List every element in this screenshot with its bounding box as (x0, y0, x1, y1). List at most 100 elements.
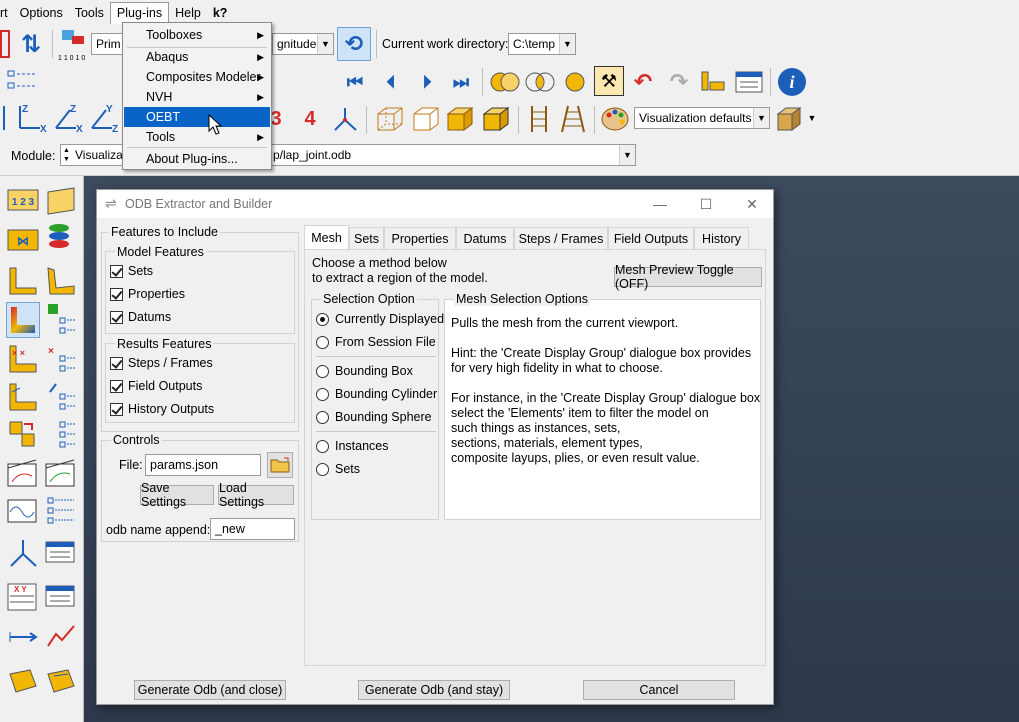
xy-data-manager-icon[interactable] (44, 580, 78, 614)
checkbox-sets[interactable]: Sets (110, 264, 153, 278)
animate-harmonic-icon[interactable] (6, 494, 40, 528)
triad-icon[interactable] (330, 104, 360, 134)
shaded-edges-cube-icon[interactable] (478, 104, 512, 134)
save-settings-button[interactable]: Save Settings (140, 481, 214, 509)
redo-icon[interactable]: ↷ (664, 68, 694, 96)
particle-icon[interactable] (44, 664, 78, 698)
replace-icon[interactable] (0, 30, 10, 58)
radio-dot[interactable] (316, 335, 329, 349)
module-combo[interactable]: ▲ ▼ Visualizat (60, 144, 126, 166)
contour-options-icon[interactable] (44, 302, 78, 338)
chevron-down-icon[interactable]: ▼ (559, 34, 575, 54)
minimize-icon[interactable]: — (645, 194, 675, 214)
view-cut-icon[interactable] (6, 536, 40, 570)
single-circle-icon[interactable] (560, 68, 590, 96)
ply-stack-icon[interactable] (6, 418, 40, 452)
animate-scale-icon[interactable] (6, 458, 40, 492)
numbered-grid-perspective-icon[interactable] (44, 186, 78, 218)
odb-path-combo[interactable]: p/lap_joint.odb ▼ (268, 144, 636, 166)
animate-time-icon[interactable] (44, 458, 78, 492)
cancel-button[interactable]: Cancel (583, 680, 735, 700)
radio-bounding-cylinder[interactable]: Bounding Cylinder (316, 387, 437, 401)
layers-icon[interactable] (44, 220, 78, 256)
spinner-icon[interactable]: ▲ ▼ (63, 146, 70, 164)
radio-bounding-sphere[interactable]: Bounding Sphere (316, 410, 432, 424)
checkbox-datums[interactable]: Datums (110, 310, 171, 324)
window-icon[interactable] (734, 68, 764, 96)
hidden-line-cube-icon[interactable] (408, 104, 442, 134)
undo-icon[interactable]: ↶ (628, 68, 658, 96)
odb-append-input[interactable]: _new (210, 518, 295, 540)
tab-sets[interactable]: Sets (349, 227, 384, 249)
dialog-titlebar[interactable]: ⇌ ODB Extractor and Builder — ☐ ✕ (97, 190, 773, 218)
primary-combo[interactable]: Prim (91, 33, 125, 55)
checkbox-box[interactable] (110, 402, 123, 416)
tab-steps-frames[interactable]: Steps / Frames (514, 227, 608, 249)
view-cut-manager-icon[interactable] (44, 536, 78, 570)
numbered-grid-icon[interactable]: 1 2 3 (6, 186, 40, 218)
info-icon[interactable]: i (776, 66, 808, 98)
tab-datums[interactable]: Datums (456, 227, 514, 249)
menu-help[interactable]: Help (169, 2, 207, 24)
load-settings-button[interactable]: Load Settings (218, 481, 294, 509)
symbol-options-icon[interactable]: × (44, 342, 78, 376)
next-frame-icon[interactable]: ⏵ (412, 70, 442, 94)
close-icon[interactable]: ✕ (737, 194, 767, 214)
stream-icon[interactable] (6, 664, 40, 698)
radio-dot[interactable] (316, 387, 329, 401)
axis-zx-alt-icon[interactable]: ZX (50, 102, 84, 134)
menu-plugins[interactable]: Plug-ins (109, 2, 170, 24)
animation-options-icon[interactable] (44, 494, 78, 528)
browse-folder-button[interactable] (267, 452, 293, 478)
magnitude-combo[interactable]: gnitude ▼ (272, 33, 334, 55)
render-style-cube-icon[interactable] (774, 104, 804, 134)
dropdown-arrow-icon[interactable]: ▼ (806, 110, 818, 126)
chevron-down-icon[interactable]: ▼ (753, 108, 769, 128)
axis-yz-icon[interactable]: YZ (86, 102, 120, 134)
deformed-l-shape-icon[interactable] (44, 264, 78, 298)
tab-mesh[interactable]: Mesh (304, 225, 349, 250)
shaded-cube-icon[interactable] (442, 104, 476, 134)
intersect-circles-icon[interactable] (523, 68, 557, 96)
radio-dot[interactable] (316, 410, 329, 424)
wireframe-cube-icon[interactable] (372, 104, 406, 134)
checkbox-history-outputs[interactable]: History Outputs (110, 402, 214, 416)
refresh-icon[interactable]: ⟲ (337, 27, 371, 61)
undeformed-shape-icon[interactable] (6, 264, 40, 298)
radio-dot[interactable] (316, 312, 329, 326)
checkbox-box[interactable] (110, 287, 123, 301)
chevron-down-icon[interactable]: ▼ (317, 34, 333, 54)
menu-item-abaqus[interactable]: Abaqus ▶ (124, 47, 270, 67)
generate-odb-stay-button[interactable]: Generate Odb (and stay) (358, 680, 510, 700)
chevron-down-icon[interactable]: ▼ (619, 145, 635, 165)
xy-data-icon[interactable]: X Y (6, 580, 40, 614)
material-orientation-icon[interactable] (6, 380, 40, 414)
radio-dot[interactable] (316, 439, 329, 453)
radio-sets[interactable]: Sets (316, 462, 360, 476)
menu-item-toolboxes[interactable]: Toolboxes ▶ (124, 25, 270, 45)
last-frame-icon[interactable]: ⏭ (446, 70, 476, 94)
palette-icon[interactable] (600, 104, 630, 134)
generate-odb-close-button[interactable]: Generate Odb (and close) (134, 680, 286, 700)
menu-options[interactable]: Options (14, 2, 69, 24)
deformed-shape-icon[interactable]: ⋈ (6, 224, 40, 256)
xy-plot-icon[interactable] (44, 620, 78, 654)
radio-bounding-box[interactable]: Bounding Box (316, 364, 413, 378)
axis-zx-icon[interactable]: ZX (14, 102, 48, 134)
maximize-icon[interactable]: ☐ (691, 194, 721, 214)
blocks-icon[interactable] (698, 68, 728, 96)
checkbox-box[interactable] (110, 356, 123, 370)
number-4-icon[interactable]: 4 (300, 104, 320, 134)
menu-item-tools[interactable]: Tools ▶ (124, 127, 270, 147)
cwd-combo[interactable]: C:\temp ▼ (508, 33, 576, 55)
radio-from-session-file[interactable]: From Session File (316, 335, 436, 349)
checkbox-steps-frames[interactable]: Steps / Frames (110, 356, 213, 370)
list-icon[interactable] (6, 68, 38, 94)
ladder-perspective-icon[interactable] (558, 104, 588, 134)
menu-item-nvh[interactable]: NVH ▶ (124, 87, 270, 107)
orientation-options-icon[interactable] (44, 380, 78, 414)
checkbox-properties[interactable]: Properties (110, 287, 185, 301)
menu-tools[interactable]: Tools (69, 2, 110, 24)
symbol-plot-icon[interactable]: × × (6, 342, 40, 376)
tab-field-outputs[interactable]: Field Outputs (608, 227, 694, 249)
